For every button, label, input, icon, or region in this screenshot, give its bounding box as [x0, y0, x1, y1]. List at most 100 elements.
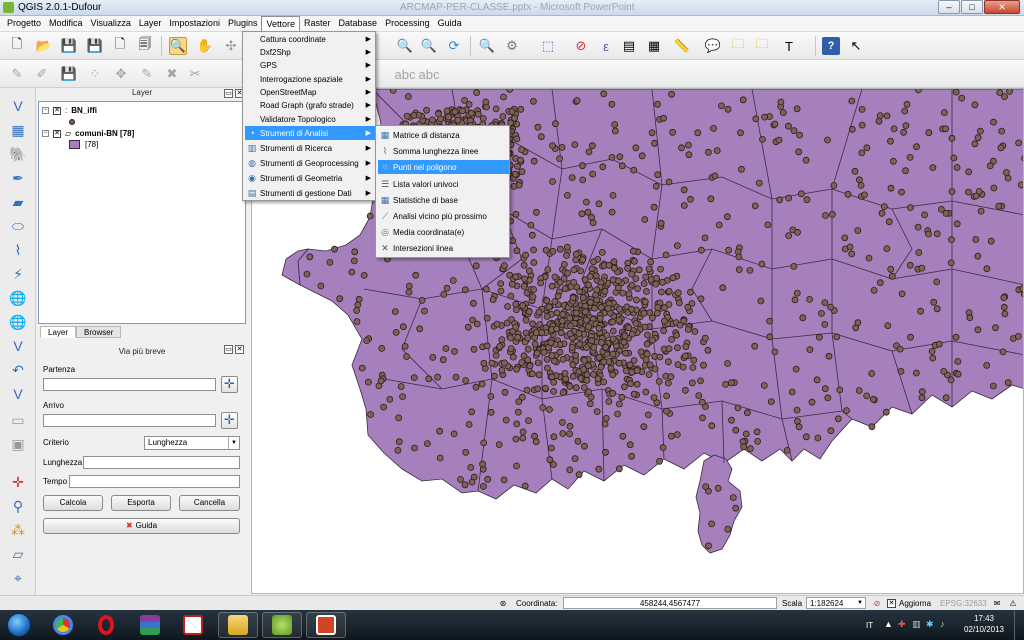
add-oracle-layer-icon[interactable]: ⬭ [8, 216, 28, 236]
qgis-taskbar-button[interactable] [262, 612, 302, 638]
chrome-taskbar-button[interactable] [43, 612, 83, 638]
topology-checker-icon[interactable]: ⁂ [8, 520, 28, 540]
add-postgis-layer-icon[interactable]: 🐘 [8, 144, 28, 164]
messages-icon[interactable]: ✉ [990, 597, 1004, 609]
volume-icon[interactable]: ♪ [940, 619, 945, 629]
menu-vettore[interactable]: Vettore [261, 16, 301, 31]
node-tool-icon[interactable]: ✎ [138, 65, 156, 83]
menu-item-road-graph[interactable]: Road Graph (grafo strade) ▶ [245, 98, 375, 112]
show-desktop-button[interactable] [1014, 610, 1024, 640]
menu-item-strumenti-di-ricerca[interactable]: ▥ Strumenti di Ricerca ▶ [245, 141, 375, 155]
menu-plugins[interactable]: Plugins [224, 16, 262, 31]
new-print-composer-icon[interactable]: 🗋 [111, 36, 129, 55]
language-indicator[interactable]: IT [866, 621, 873, 630]
menu-database[interactable]: Database [335, 16, 382, 31]
menu-processing[interactable]: Processing [381, 16, 434, 31]
menu-item-strumenti-gestione-dati[interactable]: ▤ Strumenti di gestione Dati ▶ [245, 186, 375, 200]
menu-item-intersezioni-linea[interactable]: ✕ Intersezioni linea [378, 241, 509, 255]
collapse-icon[interactable]: − [42, 130, 49, 137]
add-spatialite-layer-icon[interactable]: ✒ [8, 168, 28, 188]
start-button[interactable] [2, 610, 36, 640]
layer-visibility-checkbox[interactable]: ✕ [53, 106, 61, 115]
coordinate-field[interactable]: 458244,4567477 [563, 597, 777, 609]
add-virtual-layer-icon[interactable]: V [8, 336, 28, 356]
layer-visibility-checkbox[interactable]: ✕ [53, 129, 61, 138]
toggle-editing-icon[interactable]: ✎ [8, 65, 26, 83]
pick-start-point-icon[interactable]: ✛ [221, 376, 238, 393]
menu-item-validatore-topologico[interactable]: Validatore Topologico ▶ [245, 112, 375, 126]
zoom-to-layer-icon[interactable]: 🔍 [396, 37, 414, 55]
help-icon[interactable]: ? [822, 37, 840, 55]
coordinate-toggle-icon[interactable]: ⊛ [496, 597, 510, 609]
collapse-icon[interactable]: − [42, 107, 49, 114]
embed-layers-icon[interactable]: ▣ [8, 434, 28, 454]
delete-selected-icon[interactable]: ✖ [163, 65, 181, 83]
road-graph-icon[interactable]: ⚲ [8, 496, 28, 516]
menu-item-analisi-vicino-piu-prossimo[interactable]: ⟋ Analisi vicino più prossimo [378, 209, 509, 223]
menu-item-cattura-coordinate[interactable]: Cattura coordinate ▶ [245, 32, 375, 46]
add-csv-layer-icon[interactable]: ⌇ [8, 240, 28, 260]
gps-tool-icon[interactable]: ✛ [8, 472, 28, 492]
add-raster-layer-icon[interactable]: ▦ [8, 120, 28, 140]
menu-modifica[interactable]: Modifica [45, 16, 87, 31]
log-icon[interactable]: ⚠ [1006, 597, 1020, 609]
add-wms-layer-icon[interactable]: ⚡ [8, 264, 28, 284]
menu-item-strumenti-di-analisi[interactable]: ◔ Strumenti di Analisi ▶ [245, 126, 375, 140]
menu-item-dxf2shp[interactable]: Dxf2Shp ▶ [245, 45, 375, 59]
export-button[interactable]: Esporta [111, 495, 171, 511]
help-button[interactable]: ✖ Guida [43, 518, 240, 534]
menu-item-interrogazione-spaziale[interactable]: Interrogazione spaziale ▶ [245, 72, 375, 86]
show-hidden-icons-icon[interactable]: ▲ [884, 619, 893, 629]
calculate-button[interactable]: Calcola [43, 495, 103, 511]
refresh-toggle[interactable]: ✕ Aggiorna [887, 597, 931, 609]
new-bookmark-icon[interactable]: 🗀 [729, 36, 747, 55]
save-edits-icon[interactable]: 💾 [60, 65, 78, 83]
deselect-icon[interactable]: ⊘ [572, 37, 590, 55]
maximize-button[interactable]: □ [961, 0, 983, 14]
attribute-table-icon[interactable]: ▤ [620, 37, 638, 55]
text-annotation-icon[interactable]: T [780, 37, 798, 55]
menu-visualizza[interactable]: Visualizza [87, 16, 135, 31]
opera-taskbar-button[interactable] [86, 612, 126, 638]
explorer-taskbar-button[interactable] [218, 612, 258, 638]
clock[interactable]: 17:43 02/10/2013 [962, 614, 1006, 634]
pan-to-selection-icon[interactable]: ✣ [222, 37, 240, 55]
add-feature-icon[interactable]: ⁘ [86, 65, 104, 83]
menu-raster[interactable]: Raster [300, 16, 335, 31]
menu-item-somma-lunghezza-linee[interactable]: ⌇ Somma lunghezza linee [378, 144, 509, 158]
pan-map-icon[interactable]: ✋ [196, 37, 214, 55]
label-tool-icon[interactable]: abc [395, 65, 416, 83]
expression-select-icon[interactable]: ε [597, 37, 615, 55]
float-panel-icon[interactable]: ▭ [224, 89, 233, 98]
menu-item-gps[interactable]: GPS ▶ [245, 58, 375, 72]
field-calculator-icon[interactable]: ▦ [645, 37, 663, 55]
whats-this-icon[interactable]: ↖ [847, 37, 865, 55]
menu-item-statistiche-di-base[interactable]: ▦ Statistiche di base [378, 193, 509, 207]
new-gpx-icon[interactable]: ▭ [8, 410, 28, 430]
cut-features-icon[interactable]: ✂ [186, 65, 204, 83]
composer-manager-icon[interactable]: 🗐 [136, 36, 154, 55]
menu-impostazioni[interactable]: Impostazioni [165, 16, 224, 31]
menu-item-matrice-di-distanza[interactable]: ▦ Matrice di distanza [378, 128, 509, 142]
close-button[interactable]: ✕ [984, 0, 1020, 14]
open-project-icon[interactable]: 📂 [35, 37, 53, 55]
menu-layer[interactable]: Layer [135, 16, 166, 31]
move-feature-icon[interactable]: ✥ [112, 65, 130, 83]
tab-layer[interactable]: Layer [40, 326, 77, 338]
scale-select[interactable]: 1:182624 ▼ [806, 597, 866, 609]
add-mssql-layer-icon[interactable]: ▰ [8, 192, 28, 212]
pick-end-point-icon[interactable]: ✛ [221, 412, 238, 429]
menu-item-punti-nel-poligono[interactable]: ⁖ Punti nel poligono [378, 160, 509, 174]
menu-item-lista-valori-univoci[interactable]: ☰ Lista valori univoci [378, 177, 509, 191]
select-features-icon[interactable]: ⬚ [539, 37, 557, 55]
menu-progetto[interactable]: Progetto [3, 16, 45, 31]
new-project-icon[interactable]: 🗋 [8, 36, 26, 55]
coordinate-capture-icon[interactable]: ⌖ [8, 568, 28, 588]
close-panel-icon[interactable]: ✕ [235, 345, 244, 354]
crs-status[interactable]: EPSG:32633 [940, 597, 987, 609]
security-icon[interactable]: ✚ [898, 619, 906, 630]
powerpoint-taskbar-button[interactable] [306, 612, 346, 638]
map-tips-icon[interactable]: 💬 [704, 37, 722, 55]
add-wfs-layer-icon[interactable]: 🌐 [8, 312, 28, 332]
add-vector-layer-icon[interactable]: V [8, 96, 28, 116]
